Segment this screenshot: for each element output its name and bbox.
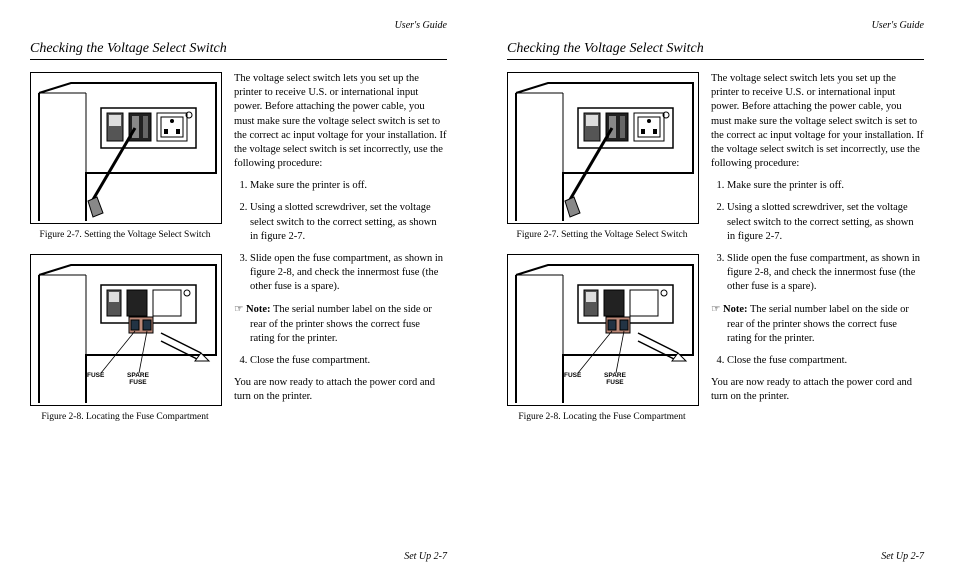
- figure-2-8: FUSE SPARE FUSE: [507, 254, 699, 406]
- steps-list: Make sure the printer is off. Using a sl…: [711, 179, 924, 294]
- figures-column: Figure 2-7. Setting the Voltage Select S…: [507, 72, 697, 436]
- figure-2-8-caption: Figure 2-8. Locating the Fuse Compartmen…: [507, 412, 697, 422]
- note: ☞ Note: The serial number label on the s…: [711, 302, 924, 346]
- step-2: Using a slotted screwdriver, set the vol…: [250, 201, 447, 244]
- page-footer: Set Up 2-7: [507, 551, 924, 562]
- note-text: The serial number label on the side or r…: [727, 304, 909, 343]
- running-head: User's Guide: [30, 20, 447, 31]
- closing-paragraph: You are now ready to attach the power co…: [711, 376, 924, 404]
- figure-2-7-caption: Figure 2-7. Setting the Voltage Select S…: [30, 230, 220, 240]
- step-4: Close the fuse compartment.: [727, 354, 924, 368]
- page-right: User's Guide Checking the Voltage Select…: [477, 0, 954, 580]
- intro-paragraph: The voltage select switch lets you set u…: [711, 72, 924, 171]
- figure-2-8-caption: Figure 2-8. Locating the Fuse Compartmen…: [30, 412, 220, 422]
- step-3: Slide open the fuse compartment, as show…: [727, 252, 924, 295]
- text-column: The voltage select switch lets you set u…: [234, 72, 447, 436]
- step-4: Close the fuse compartment.: [250, 354, 447, 368]
- note-text: The serial number label on the side or r…: [250, 304, 432, 343]
- running-head: User's Guide: [507, 20, 924, 31]
- section-title: Checking the Voltage Select Switch: [30, 41, 447, 60]
- steps-list: Make sure the printer is off. Using a sl…: [234, 179, 447, 294]
- note-label: Note:: [246, 304, 271, 315]
- figure-2-7: [507, 72, 699, 224]
- figure-2-8: FUSE SPARE FUSE: [30, 254, 222, 406]
- section-title: Checking the Voltage Select Switch: [507, 41, 924, 60]
- page-footer: Set Up 2-7: [30, 551, 447, 562]
- intro-paragraph: The voltage select switch lets you set u…: [234, 72, 447, 171]
- figure-2-7-caption: Figure 2-7. Setting the Voltage Select S…: [507, 230, 697, 240]
- note-label: Note:: [723, 304, 748, 315]
- steps-list-continued: Close the fuse compartment.: [234, 354, 447, 368]
- steps-list-continued: Close the fuse compartment.: [711, 354, 924, 368]
- spare-fuse-label: SPARE FUSE: [604, 373, 626, 387]
- content-row: Figure 2-7. Setting the Voltage Select S…: [30, 72, 447, 436]
- step-2: Using a slotted screwdriver, set the vol…: [727, 201, 924, 244]
- page-spread: User's Guide Checking the Voltage Select…: [0, 0, 954, 580]
- note-icon: ☞: [234, 303, 243, 315]
- figure-2-7: [30, 72, 222, 224]
- closing-paragraph: You are now ready to attach the power co…: [234, 376, 447, 404]
- step-1: Make sure the printer is off.: [727, 179, 924, 193]
- note: ☞ Note: The serial number label on the s…: [234, 302, 447, 346]
- step-3: Slide open the fuse compartment, as show…: [250, 252, 447, 295]
- content-row: Figure 2-7. Setting the Voltage Select S…: [507, 72, 924, 436]
- fuse-label: FUSE: [87, 373, 104, 380]
- page-left: User's Guide Checking the Voltage Select…: [0, 0, 477, 580]
- text-column: The voltage select switch lets you set u…: [711, 72, 924, 436]
- step-1: Make sure the printer is off.: [250, 179, 447, 193]
- fuse-label: FUSE: [564, 373, 581, 380]
- spare-fuse-label: SPARE FUSE: [127, 373, 149, 387]
- note-icon: ☞: [711, 303, 720, 315]
- figures-column: Figure 2-7. Setting the Voltage Select S…: [30, 72, 220, 436]
